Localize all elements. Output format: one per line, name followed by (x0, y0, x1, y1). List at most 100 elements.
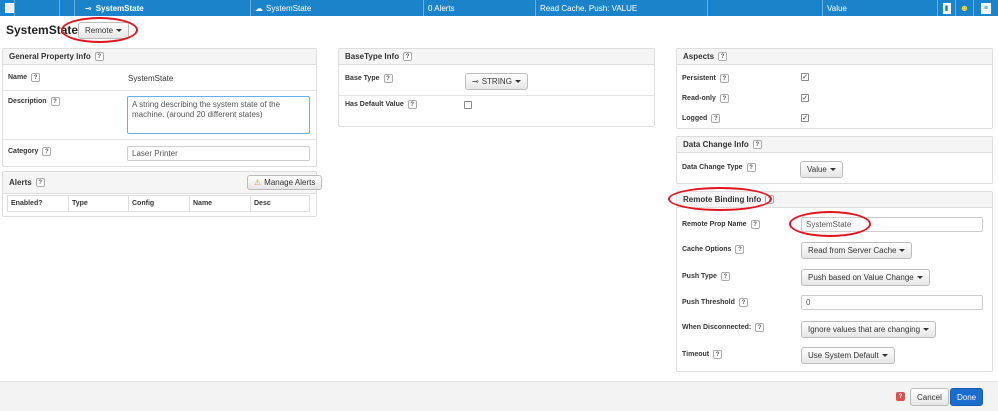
remote-prop-name-label: Remote Prop Name? (682, 220, 760, 229)
category-input[interactable]: Laser Printer (127, 146, 310, 161)
row-empty (708, 0, 823, 16)
help-icon[interactable]: ? (42, 147, 52, 156)
help-icon[interactable]: ? (738, 298, 748, 307)
property-row[interactable]: ⊸ SystemState ☁ SystemState 0 Alerts Read … (0, 0, 998, 16)
data-change-type-dropdown[interactable]: Value (800, 161, 843, 178)
help-icon[interactable]: ? (735, 245, 745, 254)
column-header[interactable]: Enabled? (8, 196, 69, 211)
cache-options-label: Cache Options? (682, 245, 745, 254)
column-header[interactable]: Config (129, 196, 190, 211)
error-indicator-icon[interactable]: ? (896, 392, 905, 401)
divider (3, 139, 316, 140)
panel-title: Aspects? (677, 49, 992, 65)
base-type-dropdown[interactable]: ⊸ STRING (465, 73, 528, 90)
column-header[interactable]: Name (190, 196, 251, 211)
help-icon[interactable]: ? (50, 97, 60, 106)
row-checkbox[interactable] (5, 3, 14, 13)
persistent-checkbox[interactable]: ✓ (801, 73, 809, 81)
when-disconnected-label: When Disconnected:? (682, 323, 765, 332)
row-property-name[interactable]: ⊸ SystemState (75, 0, 251, 16)
basetype-panel: BaseType Info? Base Type? ⊸ STRING Has De… (338, 48, 655, 127)
row-action-1[interactable]: ▮ (938, 0, 956, 16)
caret-down-icon (899, 249, 906, 252)
row-spacer-2 (60, 0, 75, 16)
caret-down-icon (881, 354, 888, 357)
row-action-3[interactable]: ≡ (974, 0, 998, 16)
panel-title: Remote Binding Info? (677, 192, 992, 208)
base-type-label: Base Type? (345, 74, 393, 83)
remote-binding-panel: Remote Binding Info? Remote Prop Name? S… (676, 191, 993, 372)
push-type-label: Push Type? (682, 272, 730, 281)
alerts-table-header: Enabled? Type Config Name Desc (7, 195, 310, 212)
data-change-panel: Data Change Info? Data Change Type? Valu… (676, 136, 993, 184)
column-header[interactable]: Desc (251, 196, 309, 211)
footer: ? Cancel Done (0, 381, 998, 411)
header: SystemState Remote (0, 16, 998, 44)
manage-alerts-button[interactable]: ⚠ Manage Alerts (247, 175, 323, 190)
row-change-type: Value (823, 0, 938, 16)
panel-title: BaseType Info? (339, 49, 654, 65)
row-binding-summary: Read Cache, Push: VALUE (536, 0, 708, 16)
cache-options-dropdown[interactable]: Read from Server Cache (801, 242, 913, 259)
page-title: SystemState (6, 23, 79, 37)
name-label: Name? (8, 73, 41, 82)
string-type-icon: ⊸ (85, 3, 92, 13)
description-textarea[interactable]: A string describing the system state of … (127, 96, 310, 134)
readonly-checkbox[interactable]: ✓ (801, 94, 809, 102)
push-type-dropdown[interactable]: Push based on Value Change (801, 269, 930, 286)
remote-prop-name-input[interactable]: SystemState (801, 217, 983, 232)
caret-down-icon (116, 29, 123, 32)
divider (3, 90, 316, 91)
cancel-button[interactable]: Cancel (910, 388, 949, 406)
help-icon[interactable]: ? (752, 140, 762, 149)
column-header[interactable]: Type (69, 196, 129, 211)
caret-down-icon (514, 80, 521, 83)
timeout-dropdown[interactable]: Use System Default (801, 347, 895, 364)
remote-button[interactable]: Remote (78, 22, 130, 39)
help-icon[interactable]: ? (94, 52, 104, 61)
logged-label: Logged? (682, 114, 721, 123)
list-icon[interactable]: ≡ (981, 2, 991, 14)
persistent-label: Persistent? (682, 74, 729, 83)
users-icon[interactable]: ☻ (960, 3, 969, 13)
help-icon[interactable]: ? (720, 272, 730, 281)
row-alerts: 0 Alerts (424, 0, 536, 16)
divider (339, 95, 654, 96)
general-property-panel: General Property Info? Name? SystemState… (2, 48, 317, 167)
help-icon[interactable]: ? (746, 163, 756, 172)
help-icon[interactable]: ? (750, 220, 760, 229)
help-icon[interactable]: ? (718, 52, 728, 61)
name-value: SystemState (128, 74, 174, 83)
has-default-checkbox[interactable] (464, 101, 472, 109)
cloud-icon: ☁ (255, 3, 263, 13)
row-spacer (15, 0, 60, 16)
row-action-2[interactable]: ☻ (956, 0, 974, 16)
default-label: Has Default Value? (345, 100, 417, 109)
help-icon[interactable]: ? (755, 323, 765, 332)
done-button[interactable]: Done (950, 388, 984, 406)
help-icon[interactable]: ? (35, 178, 45, 187)
row-select[interactable] (0, 0, 15, 16)
help-icon[interactable]: ? (719, 94, 729, 103)
row-remote-name: ☁ SystemState (251, 0, 424, 16)
string-type-icon: ⊸ (472, 77, 479, 86)
caret-down-icon (916, 276, 923, 279)
data-change-type-label: Data Change Type? (682, 163, 756, 172)
panel-title: Data Change Info? (677, 137, 992, 153)
aspects-panel: Aspects? Persistent? ✓ Read-only? ✓ Logg… (676, 48, 993, 129)
help-icon[interactable]: ? (719, 74, 729, 83)
help-icon[interactable]: ? (765, 195, 775, 204)
help-icon[interactable]: ? (713, 350, 723, 359)
description-label: Description? (8, 97, 60, 106)
push-threshold-input[interactable]: 0 (801, 295, 983, 310)
help-icon[interactable]: ? (711, 114, 721, 123)
help-icon[interactable]: ? (407, 100, 417, 109)
help-icon[interactable]: ? (383, 74, 393, 83)
timeout-label: Timeout? (682, 350, 723, 359)
clipboard-icon[interactable]: ▮ (942, 2, 951, 14)
help-icon[interactable]: ? (31, 73, 41, 82)
when-disconnected-dropdown[interactable]: Ignore values that are changing (801, 321, 937, 338)
bell-icon: ⚠ (254, 178, 262, 187)
help-icon[interactable]: ? (403, 52, 413, 61)
logged-checkbox[interactable]: ✓ (801, 114, 809, 122)
